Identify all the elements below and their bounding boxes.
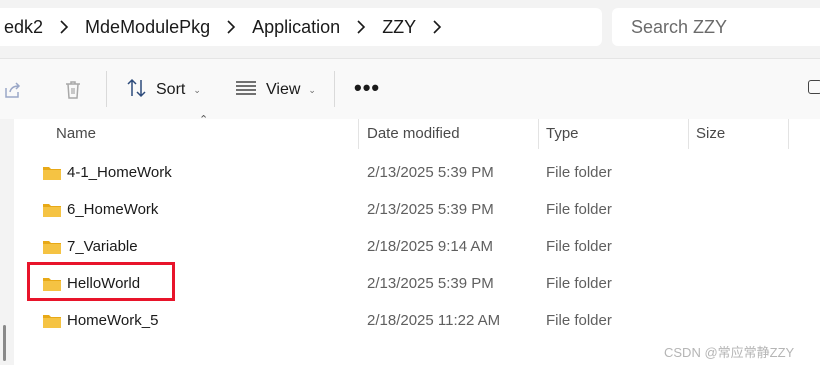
column-divider[interactable] bbox=[358, 119, 359, 149]
view-lines-icon bbox=[235, 80, 257, 101]
column-header-date[interactable]: Date modified bbox=[367, 119, 460, 147]
type-cell: File folder bbox=[546, 275, 612, 292]
chevron-right-icon[interactable] bbox=[430, 20, 444, 34]
type-cell: File folder bbox=[546, 164, 612, 181]
view-button[interactable]: View ⌄ bbox=[235, 77, 316, 103]
search-placeholder: Search ZZY bbox=[631, 16, 728, 37]
type-cell: File folder bbox=[546, 201, 612, 218]
chevron-down-icon: ⌄ bbox=[193, 84, 201, 95]
chevron-right-icon[interactable] bbox=[57, 20, 71, 34]
share-icon[interactable] bbox=[2, 79, 24, 101]
file-name-cell: 6_HomeWork bbox=[42, 191, 158, 228]
command-bar: Sort ⌄ View ⌄ ••• bbox=[0, 58, 820, 119]
table-row[interactable]: 4-1_HomeWork 2/13/2025 5:39 PM File fold… bbox=[14, 154, 820, 191]
address-row: edk2 MdeModulePkg Application ZZY Search… bbox=[0, 0, 820, 57]
toolbar-divider bbox=[106, 71, 107, 107]
chevron-right-icon[interactable] bbox=[354, 20, 368, 34]
file-name: HelloWorld bbox=[67, 275, 141, 292]
column-header-size[interactable]: Size bbox=[696, 119, 725, 147]
date-modified-cell: 2/13/2025 5:39 PM bbox=[367, 201, 494, 218]
details-pane-toggle[interactable] bbox=[808, 80, 820, 94]
file-name: 4-1_HomeWork bbox=[67, 164, 172, 181]
file-name-cell: HomeWork_5 bbox=[42, 302, 158, 339]
scrollbar-thumb[interactable] bbox=[3, 325, 6, 361]
breadcrumb-edk2[interactable]: edk2 bbox=[0, 17, 53, 38]
table-row[interactable]: 6_HomeWork 2/13/2025 5:39 PM File folder bbox=[14, 191, 820, 228]
folder-icon bbox=[42, 202, 62, 218]
date-modified-cell: 2/18/2025 11:22 AM bbox=[367, 312, 501, 329]
table-row[interactable]: HelloWorld 2/13/2025 5:39 PM File folder bbox=[14, 265, 820, 302]
file-name-cell: 7_Variable bbox=[42, 228, 138, 265]
file-name: 6_HomeWork bbox=[67, 201, 159, 218]
chevron-down-icon: ⌄ bbox=[308, 84, 316, 95]
table-row[interactable]: 7_Variable 2/18/2025 9:14 AM File folder bbox=[14, 228, 820, 265]
sort-ascending-icon: ⌃ bbox=[199, 114, 209, 126]
folder-icon bbox=[42, 276, 62, 292]
date-modified-cell: 2/13/2025 5:39 PM bbox=[367, 164, 494, 181]
date-modified-cell: 2/13/2025 5:39 PM bbox=[367, 275, 494, 292]
column-header-type[interactable]: Type bbox=[546, 119, 579, 147]
folder-icon bbox=[42, 313, 62, 329]
chevron-right-icon[interactable] bbox=[224, 20, 238, 34]
table-row[interactable]: HomeWork_5 2/18/2025 11:22 AM File folde… bbox=[14, 302, 820, 339]
watermark: CSDN @常应常静ZZY bbox=[664, 345, 795, 360]
breadcrumb-application[interactable]: Application bbox=[242, 17, 350, 38]
file-list: ⌃ Name Date modified Type Size 4-1_HomeW… bbox=[14, 114, 820, 365]
more-options-button[interactable]: ••• bbox=[354, 77, 380, 99]
file-name-cell: 4-1_HomeWork bbox=[42, 154, 172, 191]
search-input[interactable]: Search ZZY bbox=[612, 8, 820, 46]
folder-icon bbox=[42, 165, 62, 181]
type-cell: File folder bbox=[546, 238, 612, 255]
trash-icon[interactable] bbox=[62, 79, 84, 101]
column-divider[interactable] bbox=[788, 119, 789, 149]
toolbar-divider bbox=[334, 71, 335, 107]
view-label: View bbox=[266, 81, 301, 98]
sort-label: Sort bbox=[156, 81, 186, 98]
column-header-name[interactable]: Name bbox=[56, 119, 96, 147]
breadcrumb[interactable]: edk2 MdeModulePkg Application ZZY bbox=[0, 8, 602, 46]
folder-icon bbox=[42, 239, 62, 255]
file-name: HomeWork_5 bbox=[67, 312, 159, 329]
breadcrumb-mdemodulepkg[interactable]: MdeModulePkg bbox=[75, 17, 220, 38]
sort-button[interactable]: Sort ⌄ bbox=[126, 77, 201, 103]
file-name: 7_Variable bbox=[67, 238, 138, 255]
date-modified-cell: 2/18/2025 9:14 AM bbox=[367, 238, 493, 255]
column-divider[interactable] bbox=[538, 119, 539, 149]
file-name-cell: HelloWorld bbox=[42, 265, 140, 302]
column-divider[interactable] bbox=[688, 119, 689, 149]
sort-icon bbox=[126, 78, 147, 103]
type-cell: File folder bbox=[546, 312, 612, 329]
breadcrumb-zzy[interactable]: ZZY bbox=[372, 17, 426, 38]
